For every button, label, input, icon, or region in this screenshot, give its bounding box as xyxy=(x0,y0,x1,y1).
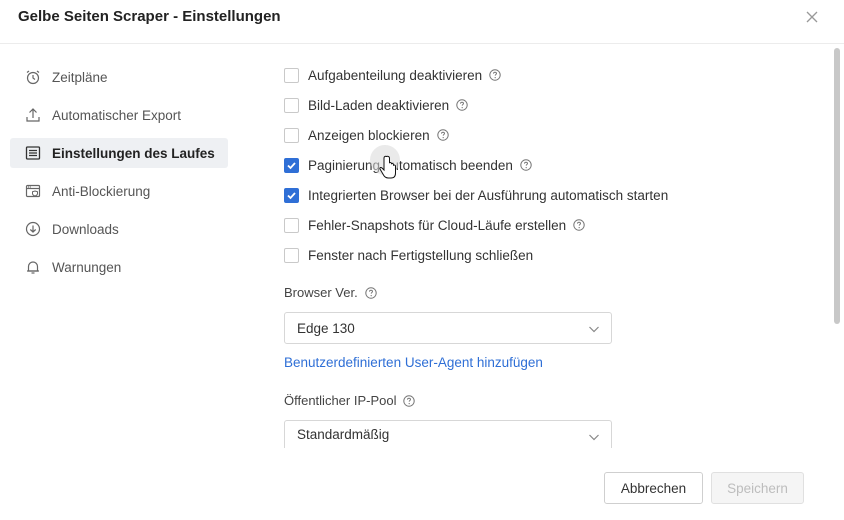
option-close-window[interactable]: Fenster nach Fertigstellung schließen xyxy=(284,245,533,265)
help-circle-icon[interactable] xyxy=(573,219,585,231)
help-circle-icon[interactable] xyxy=(456,99,468,111)
option-auto-start-browser[interactable]: Integrierten Browser bei der Ausführung … xyxy=(284,185,668,205)
checkbox-checked[interactable] xyxy=(284,157,299,173)
option-label: Anzeigen blockieren xyxy=(308,127,430,143)
field-label: Öffentlicher IP-Pool xyxy=(284,393,397,408)
option-label: Fehler-Snapshots für Cloud-Läufe erstell… xyxy=(308,217,567,233)
checkbox[interactable] xyxy=(284,217,299,233)
sidebar-item-label: Einstellungen des Laufes xyxy=(52,145,215,161)
option-block-ads[interactable]: Anzeigen blockieren xyxy=(284,125,449,145)
sidebar-item-downloads[interactable]: Downloads xyxy=(10,214,228,244)
sidebar-item-auto-export[interactable]: Automatischer Export xyxy=(10,100,228,130)
option-label: Integrierten Browser bei der Ausführung … xyxy=(308,187,669,203)
add-user-agent-link[interactable]: Benutzerdefinierten User-Agent hinzufüge… xyxy=(284,355,543,370)
alarm-clock-icon xyxy=(24,68,42,86)
option-label: Aufgabenteilung deaktivieren xyxy=(308,67,483,83)
close-icon xyxy=(806,11,818,23)
sidebar-item-run-settings[interactable]: Einstellungen des Laufes xyxy=(10,138,228,168)
sidebar-item-label: Downloads xyxy=(52,221,119,237)
sidebar-item-label: Warnungen xyxy=(52,259,122,275)
save-button[interactable]: Speichern xyxy=(711,472,804,504)
sidebar-item-label: Zeitpläne xyxy=(52,69,108,85)
list-settings-icon xyxy=(24,144,42,162)
ip-pool-select[interactable]: Standardmäßig xyxy=(284,420,612,448)
check-icon xyxy=(287,161,296,169)
chevron-down-icon xyxy=(589,326,599,333)
help-circle-icon[interactable] xyxy=(436,129,449,141)
close-button[interactable] xyxy=(800,5,824,29)
ip-pool-label: Öffentlicher IP-Pool xyxy=(284,393,416,408)
title-divider xyxy=(0,43,844,44)
scrollbar-thumb[interactable] xyxy=(834,48,840,324)
option-label: Paginierung automatisch beenden xyxy=(308,157,513,173)
sidebar-item-anti-blocking[interactable]: Anti-Blockierung xyxy=(10,176,228,206)
checkbox[interactable] xyxy=(284,127,299,143)
bell-icon xyxy=(24,258,42,276)
cancel-button[interactable]: Abbrechen xyxy=(604,472,703,504)
checkbox[interactable] xyxy=(284,67,299,83)
download-circle-icon xyxy=(24,220,42,238)
option-label: Fenster nach Fertigstellung schließen xyxy=(308,247,534,263)
sidebar: Zeitpläne Automatischer Export Einstellu… xyxy=(10,62,228,290)
help-circle-icon[interactable] xyxy=(520,159,532,171)
chevron-down-icon xyxy=(589,434,599,441)
dialog-titlebar: Gelbe Seiten Scraper - Einstellungen xyxy=(0,0,844,40)
help-circle-icon[interactable] xyxy=(403,394,416,407)
help-circle-icon[interactable] xyxy=(365,286,377,299)
sidebar-item-schedules[interactable]: Zeitpläne xyxy=(10,62,228,92)
option-label: Bild-Laden deaktivieren xyxy=(308,97,450,113)
check-icon xyxy=(287,191,296,199)
checkbox[interactable] xyxy=(284,97,299,113)
option-disable-task-splitting[interactable]: Aufgabenteilung deaktivieren xyxy=(284,65,501,85)
sidebar-item-label: Anti-Blockierung xyxy=(52,183,151,199)
select-value: Edge 130 xyxy=(297,320,355,336)
checkbox-checked[interactable] xyxy=(284,187,299,203)
dialog-title: Gelbe Seiten Scraper - Einstellungen xyxy=(18,8,281,25)
option-auto-stop-pagination[interactable]: Paginierung automatisch beenden xyxy=(284,155,532,175)
field-label: Browser Ver. xyxy=(284,285,358,300)
option-error-snapshots[interactable]: Fehler-Snapshots für Cloud-Läufe erstell… xyxy=(284,215,585,235)
browser-version-label: Browser Ver. xyxy=(284,285,377,300)
export-arrow-icon xyxy=(24,106,42,124)
browser-version-select[interactable]: Edge 130 xyxy=(284,312,612,344)
select-value: Standardmäßig xyxy=(297,427,390,442)
help-circle-icon[interactable] xyxy=(489,69,501,81)
sidebar-item-label: Automatischer Export xyxy=(52,107,182,123)
browser-shield-icon xyxy=(24,182,42,200)
sidebar-item-warnings[interactable]: Warnungen xyxy=(10,252,228,282)
checkbox[interactable] xyxy=(284,247,299,263)
option-disable-image-loading[interactable]: Bild-Laden deaktivieren xyxy=(284,95,468,115)
